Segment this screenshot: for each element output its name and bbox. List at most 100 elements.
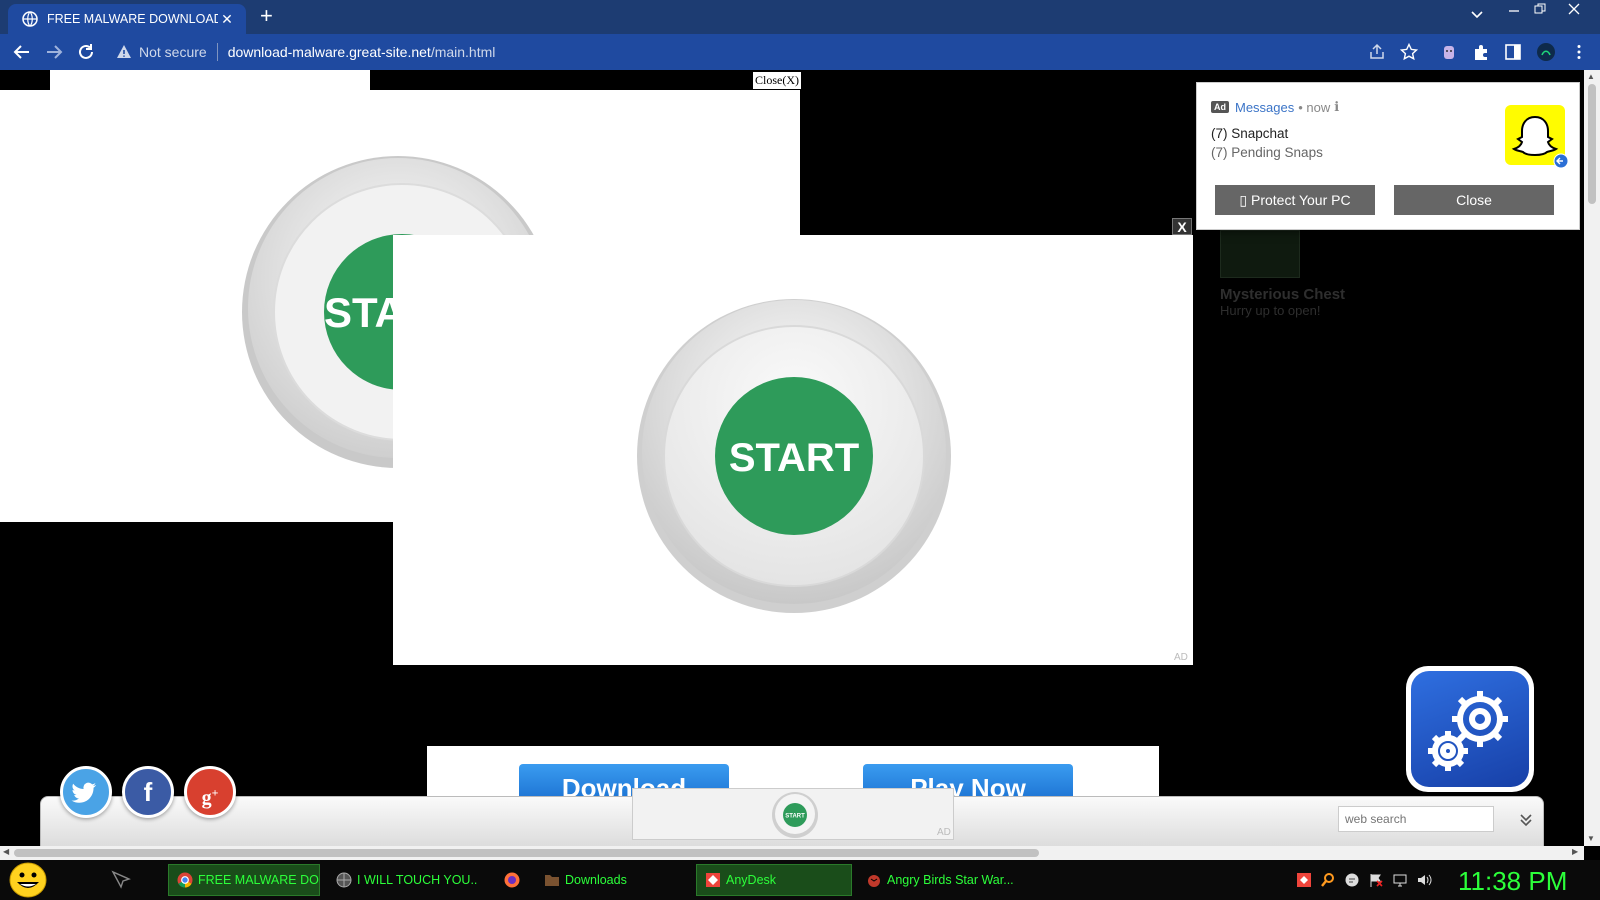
share-icon[interactable] bbox=[1368, 43, 1386, 61]
mini-start-label: START bbox=[785, 814, 805, 820]
info-icon[interactable]: ℹ bbox=[1334, 99, 1339, 115]
ad-mark: AD bbox=[1174, 652, 1188, 663]
vertical-scroll-thumb[interactable] bbox=[1588, 84, 1596, 204]
ghost-card-image bbox=[1220, 230, 1300, 278]
ad-badge: Ad bbox=[1211, 101, 1229, 113]
warning-triangle-icon[interactable] bbox=[116, 44, 132, 60]
horizontal-scrollbar[interactable]: ◀ ▶ bbox=[0, 846, 1584, 860]
mini-start-button[interactable]: START bbox=[771, 791, 819, 839]
taskbar-item-firefox[interactable] bbox=[496, 864, 528, 896]
chrome-icon bbox=[177, 872, 193, 888]
globe-icon bbox=[336, 872, 352, 888]
kebab-menu-icon[interactable] bbox=[1570, 43, 1588, 61]
facebook-button[interactable]: f bbox=[122, 766, 174, 818]
network-tray-icon[interactable] bbox=[1392, 872, 1408, 888]
restore-icon[interactable] bbox=[1534, 3, 1546, 15]
address-bar[interactable]: Not secure download-malware.great-site.n… bbox=[110, 38, 1380, 66]
side-panel-icon[interactable] bbox=[1504, 43, 1522, 61]
ghost-card-subtitle: Hurry up to open! bbox=[1220, 303, 1321, 318]
scroll-right-arrow-icon[interactable]: ▶ bbox=[1572, 847, 1578, 856]
new-tab-button[interactable]: + bbox=[260, 5, 273, 27]
ghost-card: Mysterious Chest Hurry up to open! bbox=[1220, 230, 1345, 318]
cursor-tool-icon[interactable] bbox=[110, 870, 132, 890]
flag-tray-icon[interactable] bbox=[1368, 872, 1384, 888]
anydesk-icon bbox=[706, 873, 720, 887]
taskbar-item-anydesk[interactable]: AnyDesk bbox=[696, 864, 852, 896]
start-label: START bbox=[729, 436, 859, 480]
url-path[interactable]: /main.html bbox=[431, 44, 496, 60]
back-arrow-icon[interactable] bbox=[12, 42, 32, 62]
security-label[interactable]: Not secure bbox=[139, 44, 207, 60]
ad-strip bbox=[50, 70, 370, 90]
bookmark-star-icon[interactable] bbox=[1400, 43, 1418, 61]
taskbar-item-label: Downloads bbox=[565, 873, 627, 887]
start-menu-smiley-icon[interactable] bbox=[8, 862, 48, 898]
taskbar-item-downloads[interactable]: Downloads bbox=[536, 864, 686, 896]
scroll-down-arrow-icon[interactable]: ▼ bbox=[1587, 834, 1595, 843]
window-close-icon[interactable] bbox=[1568, 3, 1580, 15]
tab-search-chevron-icon[interactable] bbox=[1470, 8, 1484, 22]
angry-birds-icon bbox=[868, 875, 880, 887]
globe-icon bbox=[22, 11, 38, 27]
anydesk-tray-icon[interactable] bbox=[1296, 872, 1312, 888]
google-plus-icon: g+ bbox=[201, 785, 219, 809]
mini-ad-mark: AD bbox=[937, 827, 951, 838]
taskbar-item-label: Angry Birds Star War... bbox=[887, 873, 1014, 887]
scroll-up-arrow-icon[interactable]: ▲ bbox=[1587, 72, 1595, 81]
folder-icon bbox=[545, 875, 559, 886]
chat-tray-icon[interactable] bbox=[1344, 872, 1360, 888]
taskbar-item-angry-birds[interactable]: Angry Birds Star War... bbox=[858, 864, 1018, 896]
profile-avatar-icon[interactable] bbox=[1536, 42, 1556, 62]
horizontal-scroll-thumb[interactable] bbox=[14, 849, 1039, 857]
address-separator bbox=[216, 43, 218, 61]
snapchat-icon bbox=[1505, 105, 1569, 169]
twitter-button[interactable] bbox=[60, 766, 112, 818]
taskbar-item-globe[interactable]: I WILL TOUCH YOU... bbox=[328, 864, 478, 896]
taskbar-item-chrome[interactable]: FREE MALWARE DO... bbox=[168, 864, 320, 896]
notification-app: Messages bbox=[1235, 99, 1295, 115]
minimize-icon[interactable] bbox=[1508, 4, 1520, 16]
protect-pc-button[interactable]: ▯ Protect Your PC bbox=[1215, 185, 1375, 215]
screen: FREE MALWARE DOWNLOAD ✕ + Not secure dow… bbox=[0, 0, 1600, 900]
notification-time: • now bbox=[1298, 99, 1331, 115]
double-chevron-down-icon[interactable] bbox=[1516, 810, 1536, 830]
fake-notification[interactable]: Ad Messages • now ℹ (7) Snapchat (7) Pen… bbox=[1196, 82, 1580, 230]
vertical-scrollbar[interactable]: ▲ ▼ bbox=[1584, 70, 1600, 846]
page-viewport: Close(X) STA X START AD Mysterious Chest… bbox=[0, 70, 1584, 846]
twitter-bird-icon bbox=[71, 782, 96, 803]
settings-app-icon[interactable] bbox=[1406, 666, 1534, 792]
tab-close-icon[interactable]: ✕ bbox=[218, 11, 236, 28]
search-tray-icon[interactable] bbox=[1320, 872, 1336, 888]
ghost-card-title: Mysterious Chest bbox=[1220, 286, 1346, 303]
taskbar: FREE MALWARE DO... I WILL TOUCH YOU... D… bbox=[0, 860, 1600, 900]
popup-close-button[interactable]: X bbox=[1172, 218, 1192, 235]
forward-arrow-icon[interactable] bbox=[44, 42, 64, 62]
extensions-puzzle-icon[interactable] bbox=[1472, 43, 1490, 61]
start-button-front[interactable]: START bbox=[636, 298, 952, 614]
scroll-left-arrow-icon[interactable]: ◀ bbox=[3, 847, 9, 856]
extension-cat-icon[interactable] bbox=[1440, 43, 1458, 61]
taskbar-item-label: AnyDesk bbox=[726, 873, 777, 887]
taskbar-item-label: FREE MALWARE DO... bbox=[198, 873, 320, 887]
web-search-input[interactable] bbox=[1338, 806, 1494, 832]
close-link[interactable]: Close(X) bbox=[753, 72, 801, 89]
notification-line-2: (7) Pending Snaps bbox=[1211, 145, 1323, 160]
facebook-f-icon: f bbox=[143, 777, 153, 807]
reload-icon[interactable] bbox=[76, 42, 96, 62]
url-host[interactable]: download-malware.great-site.net bbox=[228, 44, 431, 60]
gear-icon bbox=[1411, 671, 1529, 787]
browser-titlebar: FREE MALWARE DOWNLOAD ✕ + bbox=[0, 0, 1600, 34]
taskbar-item-label: I WILL TOUCH YOU... bbox=[357, 873, 478, 887]
reply-badge-icon bbox=[1553, 153, 1569, 169]
browser-toolbar: Not secure download-malware.great-site.n… bbox=[0, 34, 1600, 70]
notification-close-button[interactable]: Close bbox=[1394, 185, 1554, 215]
firefox-icon bbox=[504, 872, 520, 888]
volume-tray-icon[interactable] bbox=[1416, 872, 1432, 888]
mini-ad-banner[interactable]: START AD bbox=[632, 788, 954, 840]
notification-header: Ad Messages • now ℹ bbox=[1211, 99, 1339, 115]
google-plus-button[interactable]: g+ bbox=[184, 766, 236, 818]
tab-active[interactable]: FREE MALWARE DOWNLOAD ✕ bbox=[8, 4, 246, 34]
taskbar-clock[interactable]: 11:38 PM bbox=[1458, 866, 1567, 897]
notification-line-1: (7) Snapchat bbox=[1211, 126, 1289, 141]
tab-title: FREE MALWARE DOWNLOAD bbox=[47, 12, 218, 26]
